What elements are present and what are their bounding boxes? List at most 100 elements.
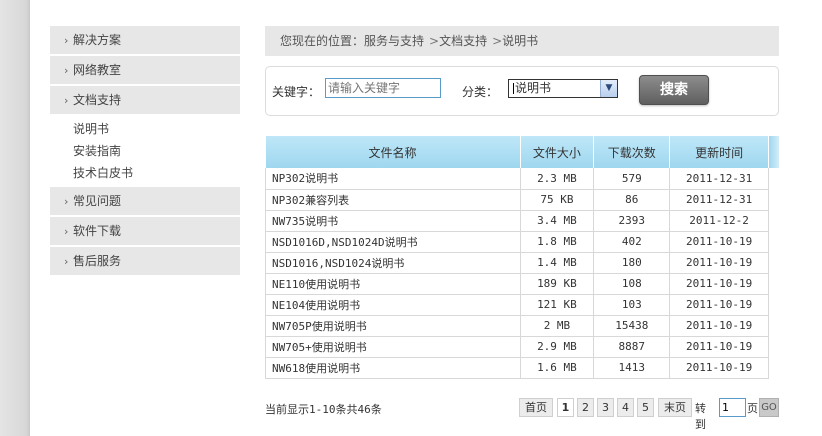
file-name-link[interactable]: NW618使用说明书 xyxy=(265,357,521,379)
update-date-cell: 2011-10-19 xyxy=(669,336,769,358)
file-size-cell: 2 MB xyxy=(520,315,595,337)
breadcrumb-prefix: 您现在的位置： xyxy=(280,34,365,48)
update-date-cell: 2011-10-19 xyxy=(669,231,769,253)
file-name-link[interactable]: NSD1016,NSD1024说明书 xyxy=(265,252,521,274)
goto-label: 转到 xyxy=(695,402,706,431)
file-name-link[interactable]: NSD1016D,NSD1024D说明书 xyxy=(265,231,521,253)
download-count-cell: 103 xyxy=(593,294,671,316)
keyword-label: 关键字： xyxy=(272,85,321,99)
sidebar-item-after-sales[interactable]: › 售后服务 xyxy=(50,247,240,277)
sidebar-item-faq[interactable]: › 常见问题 xyxy=(50,187,240,217)
file-size-cell: 75 KB xyxy=(520,189,595,211)
sidebar-subitem-whitepaper[interactable]: 技术白皮书 xyxy=(73,162,240,184)
download-count-cell: 402 xyxy=(593,231,671,253)
file-size-cell: 2.3 MB xyxy=(520,168,595,190)
category-label: 分类： xyxy=(462,85,499,99)
file-name-link[interactable]: NW735说明书 xyxy=(265,210,521,232)
sidebar: › 解决方案 › 网络教室 › 文档支持 说明书 安装指南 技术白皮书 › 常见问题 ›… xyxy=(50,26,240,277)
page-button-4[interactable]: 4 xyxy=(617,398,634,417)
chevron-right-icon: › xyxy=(64,195,69,208)
table-row[interactable]: NW705+使用说明书 2.9 MB 8887 2011-10-19 xyxy=(265,336,769,358)
download-count-cell: 579 xyxy=(593,168,671,190)
download-count-cell: 15438 xyxy=(593,315,671,337)
table-body: NP302说明书 2.3 MB 579 2011-12-31 NP302兼容列表 75 K… xyxy=(265,168,769,379)
chevron-down-icon[interactable]: ▼ xyxy=(600,80,617,97)
sidebar-item-label: 软件下载 xyxy=(73,224,122,238)
table-header-shadow xyxy=(769,136,779,168)
table-row[interactable]: NP302兼容列表 75 KB 86 2011-12-31 xyxy=(265,189,769,211)
chevron-right-icon: › xyxy=(64,225,69,238)
page-button-5[interactable]: 5 xyxy=(637,398,654,417)
table-row[interactable]: NE104使用说明书 121 KB 103 2011-10-19 xyxy=(265,294,769,316)
download-count-cell: 1413 xyxy=(593,357,671,379)
breadcrumb-separator-icon: > xyxy=(492,34,503,48)
last-page-button[interactable]: 末页 xyxy=(658,398,692,417)
category-select[interactable]: 说明书 ▼ xyxy=(508,79,618,98)
file-name-link[interactable]: NW705+使用说明书 xyxy=(265,336,521,358)
table-row[interactable]: NP302说明书 2.3 MB 579 2011-12-31 xyxy=(265,168,769,190)
keyword-input[interactable] xyxy=(325,78,441,98)
breadcrumb-current: 说明书 xyxy=(502,34,539,48)
chevron-right-icon: › xyxy=(64,34,69,47)
update-date-cell: 2011-10-19 xyxy=(669,252,769,274)
sidebar-subitem-install-guide[interactable]: 安装指南 xyxy=(73,140,240,162)
column-header-updated: 更新时间 xyxy=(669,136,769,168)
file-name-link[interactable]: NW705P使用说明书 xyxy=(265,315,521,337)
sidebar-item-label: 解决方案 xyxy=(73,33,122,47)
column-header-downloads: 下载次数 xyxy=(593,136,671,168)
file-size-cell: 189 KB xyxy=(520,273,595,295)
download-count-cell: 108 xyxy=(593,273,671,295)
table-header-row: 文件名称 文件大小 下载次数 更新时间 xyxy=(265,136,769,168)
table-row[interactable]: NSD1016,NSD1024说明书 1.4 MB 180 2011-10-19 xyxy=(265,252,769,274)
download-count-cell: 2393 xyxy=(593,210,671,232)
update-date-cell: 2011-12-2 xyxy=(669,210,769,232)
page-button-1[interactable]: 1 xyxy=(557,398,574,417)
table-row[interactable]: NE110使用说明书 189 KB 108 2011-10-19 xyxy=(265,273,769,295)
file-size-cell: 121 KB xyxy=(520,294,595,316)
file-size-cell: 1.8 MB xyxy=(520,231,595,253)
download-count-cell: 180 xyxy=(593,252,671,274)
first-page-button[interactable]: 首页 xyxy=(519,398,553,417)
table-row[interactable]: NSD1016D,NSD1024D说明书 1.8 MB 402 2011-10-19 xyxy=(265,231,769,253)
search-button[interactable]: 搜索 xyxy=(639,75,709,105)
page-button-3[interactable]: 3 xyxy=(597,398,614,417)
table-row[interactable]: NW705P使用说明书 2 MB 15438 2011-10-19 xyxy=(265,315,769,337)
file-size-cell: 3.4 MB xyxy=(520,210,595,232)
file-name-link[interactable]: NP302兼容列表 xyxy=(265,189,521,211)
update-date-cell: 2011-10-19 xyxy=(669,294,769,316)
page-button-2[interactable]: 2 xyxy=(577,398,594,417)
documents-table: 文件名称 文件大小 下载次数 更新时间 NP302说明书 2.3 MB 579 201… xyxy=(265,136,769,379)
result-summary: 当前显示1-10条共46条 xyxy=(265,403,382,416)
breadcrumb-separator-icon: > xyxy=(429,34,440,48)
sidebar-item-software-download[interactable]: › 软件下载 xyxy=(50,217,240,247)
go-button[interactable]: GO xyxy=(759,398,779,417)
update-date-cell: 2011-10-19 xyxy=(669,273,769,295)
file-name-link[interactable]: NP302说明书 xyxy=(265,168,521,190)
sidebar-item-label: 文档支持 xyxy=(73,93,122,107)
table-row[interactable]: NW618使用说明书 1.6 MB 1413 2011-10-19 xyxy=(265,357,769,379)
column-header-filesize: 文件大小 xyxy=(520,136,595,168)
sidebar-item-solutions[interactable]: › 解决方案 xyxy=(50,26,240,56)
sidebar-item-label: 售后服务 xyxy=(73,254,122,268)
goto-page-input[interactable] xyxy=(719,398,746,417)
download-count-cell: 8887 xyxy=(593,336,671,358)
sidebar-submenu: 说明书 安装指南 技术白皮书 xyxy=(50,116,240,187)
sidebar-item-document-support[interactable]: › 文档支持 xyxy=(50,86,240,116)
file-name-link[interactable]: NE104使用说明书 xyxy=(265,294,521,316)
download-count-cell: 86 xyxy=(593,189,671,211)
search-panel: 关键字： 分类： 说明书 ▼ 搜索 xyxy=(265,66,779,116)
file-size-cell: 1.4 MB xyxy=(520,252,595,274)
table-row[interactable]: NW735说明书 3.4 MB 2393 2011-12-2 xyxy=(265,210,769,232)
breadcrumb-link-service[interactable]: 服务与支持 xyxy=(364,34,424,48)
sidebar-item-network-classroom[interactable]: › 网络教室 xyxy=(50,56,240,86)
text-cursor xyxy=(513,83,514,94)
update-date-cell: 2011-12-31 xyxy=(669,189,769,211)
chevron-right-icon: › xyxy=(64,64,69,77)
file-name-link[interactable]: NE110使用说明书 xyxy=(265,273,521,295)
update-date-cell: 2011-12-31 xyxy=(669,168,769,190)
file-size-cell: 2.9 MB xyxy=(520,336,595,358)
sidebar-subitem-manuals[interactable]: 说明书 xyxy=(73,118,240,140)
page-left-shadow xyxy=(0,0,30,436)
breadcrumb: 您现在的位置：服务与支持 >文档支持 >说明书 xyxy=(265,26,779,56)
breadcrumb-link-docs[interactable]: 文档支持 xyxy=(439,34,487,48)
